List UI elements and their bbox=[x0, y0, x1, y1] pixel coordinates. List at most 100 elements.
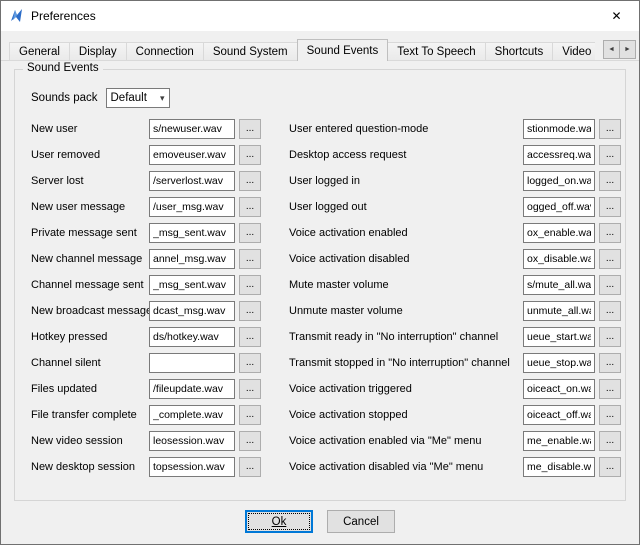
browse-button[interactable]: ... bbox=[239, 223, 261, 243]
browse-button[interactable]: ... bbox=[239, 405, 261, 425]
cancel-button[interactable]: Cancel bbox=[327, 510, 395, 533]
sound-file-path-input[interactable] bbox=[149, 145, 235, 165]
sound-file-path-input[interactable] bbox=[149, 353, 235, 373]
sound-file-path-input[interactable] bbox=[523, 353, 595, 373]
browse-button[interactable]: ... bbox=[239, 353, 261, 373]
sound-event-label: Server lost bbox=[31, 175, 149, 187]
browse-button[interactable]: ... bbox=[239, 275, 261, 295]
sound-file-path-input[interactable] bbox=[523, 431, 595, 451]
browse-button[interactable]: ... bbox=[599, 301, 621, 321]
sound-file-path-input[interactable] bbox=[149, 457, 235, 477]
close-button[interactable]: ✕ bbox=[594, 1, 639, 31]
sound-file-path-input[interactable] bbox=[149, 379, 235, 399]
sound-events-groupbox: Sound Events Sounds pack Default ▾ New u… bbox=[14, 69, 626, 501]
browse-button[interactable]: ... bbox=[599, 249, 621, 269]
sound-file-path-input[interactable] bbox=[523, 275, 595, 295]
sound-event-label: User logged out bbox=[289, 201, 523, 213]
browse-button[interactable]: ... bbox=[599, 171, 621, 191]
sound-event-label: Voice activation enabled bbox=[289, 227, 523, 239]
sound-file-path-input[interactable] bbox=[149, 301, 235, 321]
browse-button[interactable]: ... bbox=[599, 379, 621, 399]
sound-events-column-right: User entered question-mode...Desktop acc… bbox=[289, 116, 629, 480]
sound-event-row: New user message... bbox=[31, 194, 277, 220]
sound-event-label: New user message bbox=[31, 201, 149, 213]
sound-event-row: New broadcast message... bbox=[31, 298, 277, 324]
tab-video[interactable]: Video bbox=[552, 42, 595, 61]
sound-file-path-input[interactable] bbox=[149, 171, 235, 191]
sound-event-label: Mute master volume bbox=[289, 279, 523, 291]
tab-general[interactable]: General bbox=[9, 42, 70, 61]
sound-file-path-input[interactable] bbox=[523, 145, 595, 165]
sound-file-path-input[interactable] bbox=[523, 327, 595, 347]
sound-event-row: Files updated... bbox=[31, 376, 277, 402]
browse-button[interactable]: ... bbox=[599, 145, 621, 165]
browse-button[interactable]: ... bbox=[239, 119, 261, 139]
browse-button[interactable]: ... bbox=[239, 327, 261, 347]
sound-file-path-input[interactable] bbox=[523, 405, 595, 425]
browse-button[interactable]: ... bbox=[239, 145, 261, 165]
browse-button[interactable]: ... bbox=[599, 327, 621, 347]
sound-event-row: Voice activation triggered... bbox=[289, 376, 629, 402]
sound-file-path-input[interactable] bbox=[149, 119, 235, 139]
sound-file-path-input[interactable] bbox=[523, 301, 595, 321]
browse-button[interactable]: ... bbox=[599, 457, 621, 477]
browse-button[interactable]: ... bbox=[599, 405, 621, 425]
browse-button[interactable]: ... bbox=[239, 171, 261, 191]
sound-file-path-input[interactable] bbox=[523, 223, 595, 243]
tab-scroll-right-button[interactable]: ► bbox=[619, 40, 636, 59]
ok-button[interactable]: Ok bbox=[245, 510, 313, 533]
sound-events-column-left: New user...User removed...Server lost...… bbox=[31, 116, 277, 480]
browse-button[interactable]: ... bbox=[239, 431, 261, 451]
browse-button[interactable]: ... bbox=[599, 197, 621, 217]
tab-display[interactable]: Display bbox=[69, 42, 127, 61]
browse-button[interactable]: ... bbox=[599, 275, 621, 295]
tab-bar: GeneralDisplayConnectionSound SystemSoun… bbox=[1, 31, 639, 61]
sounds-pack-select[interactable]: Default ▾ bbox=[106, 88, 170, 108]
sound-file-path-input[interactable] bbox=[149, 223, 235, 243]
browse-button[interactable]: ... bbox=[599, 223, 621, 243]
sound-file-path-input[interactable] bbox=[149, 405, 235, 425]
chevron-down-icon: ▾ bbox=[160, 93, 169, 104]
sound-event-row: New video session... bbox=[31, 428, 277, 454]
browse-button[interactable]: ... bbox=[239, 379, 261, 399]
sound-file-path-input[interactable] bbox=[523, 197, 595, 217]
sound-file-path-input[interactable] bbox=[523, 379, 595, 399]
sound-event-row: File transfer complete... bbox=[31, 402, 277, 428]
sound-event-row: Hotkey pressed... bbox=[31, 324, 277, 350]
tab-text-to-speech[interactable]: Text To Speech bbox=[387, 42, 485, 61]
tab-sound-events[interactable]: Sound Events bbox=[297, 39, 389, 61]
sound-file-path-input[interactable] bbox=[523, 457, 595, 477]
sound-file-path-input[interactable] bbox=[149, 275, 235, 295]
browse-button[interactable]: ... bbox=[239, 457, 261, 477]
sound-event-label: New user bbox=[31, 123, 149, 135]
sound-event-label: Unmute master volume bbox=[289, 305, 523, 317]
tab-scroll-left-button[interactable]: ◄ bbox=[603, 40, 620, 59]
tab-bar-tabs: GeneralDisplayConnectionSound SystemSoun… bbox=[9, 39, 595, 61]
sound-file-path-input[interactable] bbox=[149, 431, 235, 451]
sound-event-label: Hotkey pressed bbox=[31, 331, 149, 343]
browse-button[interactable]: ... bbox=[599, 353, 621, 373]
sound-event-label: Transmit stopped in "No interruption" ch… bbox=[289, 357, 523, 369]
sound-event-label: Private message sent bbox=[31, 227, 149, 239]
browse-button[interactable]: ... bbox=[239, 301, 261, 321]
chevron-left-icon: ◄ bbox=[608, 46, 615, 53]
sound-event-row: User logged out... bbox=[289, 194, 629, 220]
sound-file-path-input[interactable] bbox=[149, 327, 235, 347]
sounds-pack-row: Sounds pack Default ▾ bbox=[31, 86, 619, 110]
sound-file-path-input[interactable] bbox=[149, 197, 235, 217]
sound-file-path-input[interactable] bbox=[523, 249, 595, 269]
sound-file-path-input[interactable] bbox=[523, 171, 595, 191]
sound-file-path-input[interactable] bbox=[149, 249, 235, 269]
browse-button[interactable]: ... bbox=[599, 431, 621, 451]
browse-button[interactable]: ... bbox=[239, 249, 261, 269]
browse-button[interactable]: ... bbox=[599, 119, 621, 139]
sound-event-label: User logged in bbox=[289, 175, 523, 187]
dialog-button-row: Ok Cancel bbox=[1, 501, 639, 544]
tab-shortcuts[interactable]: Shortcuts bbox=[485, 42, 554, 61]
browse-button[interactable]: ... bbox=[239, 197, 261, 217]
tab-connection[interactable]: Connection bbox=[126, 42, 204, 61]
sound-file-path-input[interactable] bbox=[523, 119, 595, 139]
tab-sound-system[interactable]: Sound System bbox=[203, 42, 298, 61]
preferences-dialog: Preferences ✕ GeneralDisplayConnectionSo… bbox=[0, 0, 640, 545]
app-logo-icon bbox=[9, 8, 25, 24]
